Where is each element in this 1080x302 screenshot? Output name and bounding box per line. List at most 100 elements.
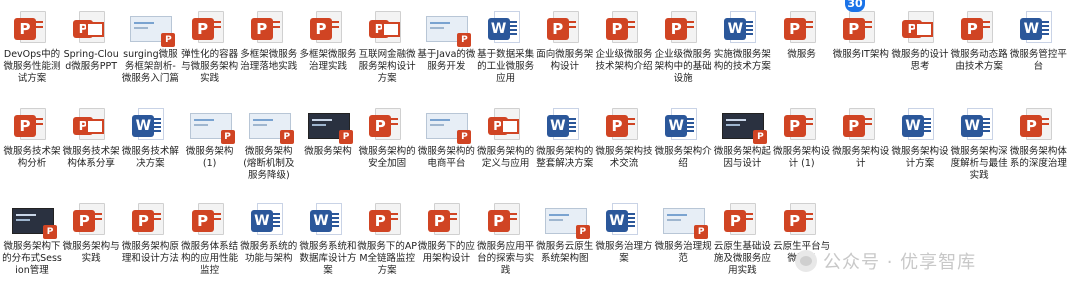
file-item[interactable]: P 微服务架构的电商平台 (416, 105, 476, 170)
file-item[interactable]: P 微服务技术架构分析 (2, 105, 62, 170)
file-item[interactable]: W 微服务治理方案 (594, 200, 654, 265)
file-item[interactable]: P 微服务架构体系的深度治理 (1008, 105, 1068, 170)
file-item[interactable]: P 微服务架构原理和设计方法 (120, 200, 180, 265)
file-item[interactable]: W 微服务架构设计方案 (890, 105, 950, 170)
file-name-label: 企业级微服务技术架构介绍 (595, 49, 653, 72)
powerpoint-slideshow-icon: P (900, 8, 940, 48)
powerpoint-file-icon: P (367, 105, 407, 145)
file-item[interactable]: W 微服务技术解决方案 (120, 105, 180, 170)
file-name-label: 微服务下的应用架构设计 (417, 241, 475, 264)
file-name-label: 微服务架构技术交流 (595, 146, 653, 169)
file-item[interactable]: W 微服务系统和数据库设计方案 (298, 200, 358, 277)
word-document-icon: W (545, 105, 585, 145)
powerpoint-file-icon: P (486, 200, 526, 240)
file-item[interactable]: P 微服务技术架构体系分享 (61, 105, 121, 170)
presentation-thumbnail-icon: P (426, 8, 472, 48)
file-name-label: 微服务云原生系统架构图 (536, 241, 594, 264)
file-item[interactable]: P 微服务架构的定义与应用 (476, 105, 536, 170)
file-item[interactable]: W 微服务架构介绍 (653, 105, 713, 170)
file-item[interactable]: P 面向微服务架构设计 (535, 8, 595, 73)
powerpoint-file-icon: P (604, 8, 644, 48)
file-item[interactable]: W 微服务系统的功能与架构 (239, 200, 299, 265)
file-item[interactable]: P 弹性化的容器与微服务架构实践 (180, 8, 240, 85)
notification-count-badge[interactable]: 30 (845, 0, 865, 12)
file-name-label: 微服务架构原理和设计方法 (121, 241, 179, 264)
file-item[interactable]: P 微服务治理规范 (653, 200, 713, 265)
powerpoint-slideshow-icon: P (71, 105, 111, 145)
file-item[interactable]: P 多框架微服务治理落地实践 (239, 8, 299, 73)
file-item[interactable]: P DevOps中的微服务性能测试方案 (2, 8, 62, 85)
file-name-label: 互联网金融微服务架构设计方案 (358, 49, 416, 84)
file-name-label: 微服务体系结构的应用性能监控 (181, 241, 239, 276)
file-name-label: 微服务架构起因与设计 (713, 146, 771, 169)
file-item[interactable]: P 微服务下的应用架构设计 (416, 200, 476, 265)
file-item[interactable]: P Spring-Cloud微服务PPT (61, 8, 121, 73)
powerpoint-file-icon: P (841, 105, 881, 145)
powerpoint-file-icon: P (722, 200, 762, 240)
file-item[interactable]: P 微服务体系结构的应用性能监控 (180, 200, 240, 277)
file-item[interactable]: P 微服务架构起因与设计 (712, 105, 772, 170)
powerpoint-file-icon: P (782, 105, 822, 145)
file-name-label: 云原生基础设施及微服务应用实践 (713, 241, 771, 276)
file-name-label: DevOps中的微服务性能测试方案 (3, 49, 61, 84)
file-item[interactable]: P 微服务架构下的分布式Session管理 (2, 200, 62, 277)
file-name-label: surging微服务框架剖析-微服务入门篇 (121, 49, 179, 84)
file-name-label: 微服务架构的电商平台 (417, 146, 475, 169)
wechat-logo-icon (795, 250, 817, 272)
file-name-label: 微服务架构的整套解决方案 (536, 146, 594, 169)
file-item[interactable]: W 微服务架构深度解析与最佳实践 (949, 105, 1009, 182)
file-name-label: 微服务系统的功能与架构 (240, 241, 298, 264)
presentation-thumbnail-icon: P (722, 105, 768, 145)
powerpoint-file-icon: P (1018, 105, 1058, 145)
file-item[interactable]: P 微服务架构的安全加固 (357, 105, 417, 170)
file-item[interactable]: P 企业级微服务技术架构介绍 (594, 8, 654, 73)
word-document-icon: W (959, 105, 999, 145)
file-item[interactable]: W 微服务架构的整套解决方案 (535, 105, 595, 170)
word-document-icon: W (308, 200, 348, 240)
file-name-label: 微服务技术解决方案 (121, 146, 179, 169)
presentation-thumbnail-icon: P (189, 105, 235, 145)
powerpoint-file-icon: P (12, 8, 52, 48)
file-name-label: 面向微服务架构设计 (536, 49, 594, 72)
file-item[interactable]: P 微服务 (772, 8, 832, 61)
file-item[interactable]: P 微服务应用平台的探索与实践 (476, 200, 536, 277)
powerpoint-file-icon: P (308, 8, 348, 48)
file-item[interactable]: P 云原生基础设施及微服务应用实践 (712, 200, 772, 277)
file-item[interactable]: P 基于Java的微服务开发 (416, 8, 476, 73)
file-item[interactable]: P 微服务的设计思考 (890, 8, 950, 73)
powerpoint-file-icon: P (782, 8, 822, 48)
word-document-icon: W (249, 200, 289, 240)
powerpoint-file-icon: P (663, 8, 703, 48)
file-item[interactable]: W 实施微服务架构的技术方案 (712, 8, 772, 73)
powerpoint-file-icon: P (426, 200, 466, 240)
file-item[interactable]: P 微服务架构设计 (1) (772, 105, 832, 170)
file-item[interactable]: P 微服务IT架构 (831, 8, 891, 61)
file-item[interactable]: P 企业级微服务架构中的基础设施 (653, 8, 713, 85)
powerpoint-slideshow-icon: P (367, 8, 407, 48)
presentation-thumbnail-icon: P (12, 200, 57, 240)
file-name-label: 微服务动态路由技术方案 (950, 49, 1008, 72)
file-item[interactable]: Psurging微服务框架剖析-微服务入门篇 (120, 8, 180, 85)
file-item[interactable]: P 微服务云原生系统架构图 (535, 200, 595, 265)
file-item[interactable]: P 多框架微服务治理实践 (298, 8, 358, 73)
file-item[interactable]: P 微服务架构与实践 (61, 200, 121, 265)
file-item[interactable]: P 微服务架构(1) (180, 105, 240, 170)
file-item[interactable]: W 微服务管控平台 (1008, 8, 1068, 73)
file-item[interactable]: P 微服务下的APM全链路监控方案 (357, 200, 417, 277)
file-item[interactable]: P 微服务架构(熔断机制及服务降级) (239, 105, 299, 182)
file-name-label: 微服务架构设计 (1) (773, 146, 831, 169)
presentation-thumbnail-icon: P (130, 8, 176, 48)
file-item[interactable]: P 微服务架构 (298, 105, 358, 158)
file-name-label: 微服务治理规范 (654, 241, 712, 264)
powerpoint-file-icon: P (604, 105, 644, 145)
powerpoint-file-icon: P (249, 8, 289, 48)
file-name-label: 微服务架构的定义与应用 (477, 146, 535, 169)
file-item[interactable]: P 互联网金融微服务架构设计方案 (357, 8, 417, 85)
file-name-label: 弹性化的容器与微服务架构实践 (181, 49, 239, 84)
file-item[interactable]: W 基于数据采集的工业微服务应用 (476, 8, 536, 85)
file-name-label: 微服务架构(熔断机制及服务降级) (243, 146, 295, 181)
file-item[interactable]: P 微服务架构技术交流 (594, 105, 654, 170)
file-item[interactable]: P 微服务架构设计 (831, 105, 891, 170)
presentation-thumbnail-icon: P (426, 105, 472, 145)
file-item[interactable]: P 微服务动态路由技术方案 (949, 8, 1009, 73)
